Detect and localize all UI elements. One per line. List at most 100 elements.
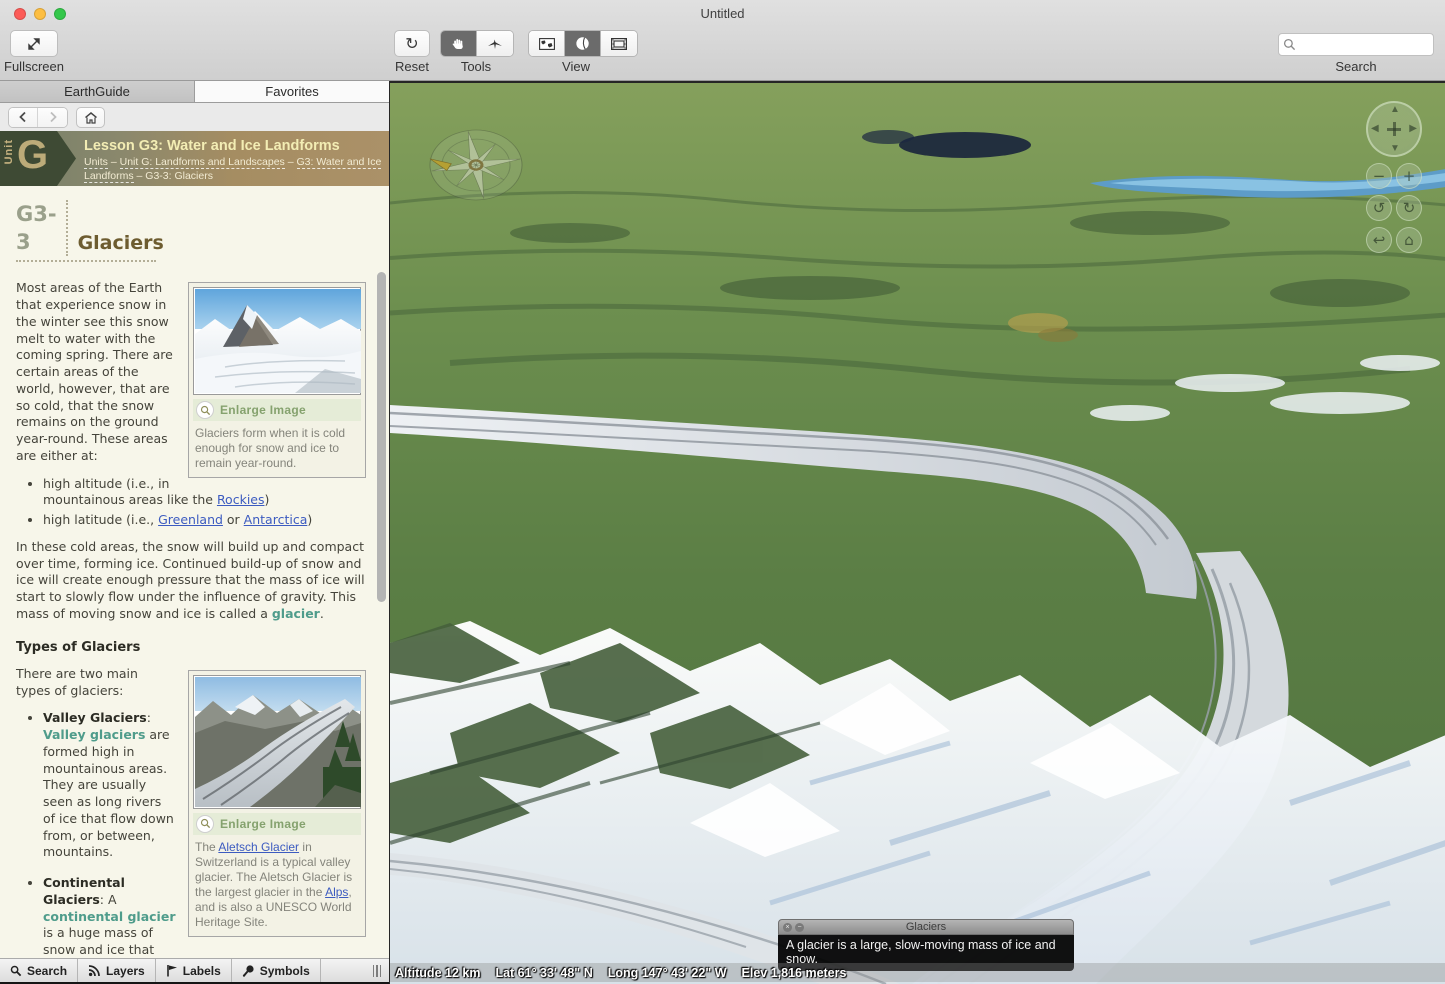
terrain-render	[390, 83, 1445, 984]
rockies-link[interactable]: Rockies	[217, 492, 265, 507]
tab-layers[interactable]: Layers	[78, 959, 156, 982]
tooltip-buttons: × −	[783, 923, 804, 932]
bird-icon	[487, 37, 503, 51]
paragraph-text: .	[320, 606, 324, 621]
panel-nav-row	[0, 103, 389, 131]
hand-tool-button[interactable]	[441, 31, 477, 56]
view-label: View	[528, 59, 624, 74]
bullet-text: high altitude (i.e., in mountainous area…	[43, 476, 217, 508]
unit-g-logo: Unit G	[0, 131, 76, 186]
view-segmented-control	[528, 30, 638, 57]
tab-favorites[interactable]: Favorites	[195, 81, 389, 102]
antarctica-link[interactable]: Antarctica	[244, 512, 308, 527]
pan-move-icon	[1387, 122, 1401, 136]
window-title: Untitled	[0, 6, 1445, 21]
breadcrumb-unitg-link[interactable]: Unit G: Landforms and Landscapes	[120, 156, 285, 169]
tab-search[interactable]: Search	[0, 959, 78, 982]
forward-button[interactable]	[38, 108, 67, 127]
flag-icon	[166, 964, 178, 977]
alps-link[interactable]: Alps	[325, 885, 348, 899]
panel-bottom-tabs: Search Layers Labels	[0, 958, 389, 982]
image-caption-1: Glaciers form when it is cold enough for…	[193, 421, 361, 473]
bullet-text: :	[147, 710, 151, 725]
panel-scrollbar-thumb[interactable]	[377, 272, 386, 602]
paragraph-formation: In these cold areas, the snow will build…	[16, 539, 368, 623]
fullscreen-button[interactable]	[10, 30, 58, 57]
tab-label: Layers	[106, 964, 145, 978]
glacier-photo-frame	[193, 287, 361, 395]
continental-glacier-term[interactable]: continental glacier	[43, 909, 175, 924]
tools-segmented-control	[440, 30, 514, 57]
aletsch-glacier-link[interactable]: Aletsch Glacier	[218, 840, 299, 854]
glacier-term[interactable]: glacier	[272, 606, 320, 621]
layers-icon	[88, 965, 101, 977]
caption-text: The	[195, 840, 218, 854]
rotate-cw-button[interactable]: ↻	[1396, 195, 1422, 221]
search-label: Search	[1278, 59, 1434, 74]
tab-earthguide[interactable]: EarthGuide	[0, 81, 195, 102]
earthguide-panel: EarthGuide Favorites	[0, 81, 389, 984]
bullet-text: : A	[100, 892, 117, 907]
enlarge-image-link-2[interactable]: Enlarge Image	[193, 813, 361, 835]
glacier-photo[interactable]	[195, 289, 361, 393]
list-item: high altitude (i.e., in mountainous area…	[43, 476, 368, 510]
magnifier-icon	[196, 815, 214, 833]
lesson-content[interactable]: G3-3 Glaciers	[0, 186, 389, 958]
pan-left-icon[interactable]: ◀	[1371, 123, 1379, 134]
tilt-button[interactable]: ↩	[1366, 227, 1392, 253]
search-input[interactable]	[1278, 33, 1434, 56]
bullet-text: )	[265, 492, 270, 507]
tooltip-title-bar[interactable]: × − Glaciers	[778, 919, 1074, 935]
rotate-ccw-button[interactable]: ↺	[1366, 195, 1392, 221]
tooltip-title: Glaciers	[779, 920, 1073, 935]
reset-north-button[interactable]: ⌂	[1396, 227, 1422, 253]
map-status-bar: Altitude 12 km Lat 61° 33' 48" N Long 14…	[395, 966, 846, 980]
breadcrumb: Units – Unit G: Landforms and Landscapes…	[84, 156, 384, 183]
image-card-glacier-overview: Enlarge Image Glaciers form when it is c…	[188, 282, 366, 478]
zoom-in-button[interactable]: +	[1396, 163, 1422, 189]
globe-view-button[interactable]	[565, 31, 601, 56]
compass-rose[interactable]	[424, 125, 528, 205]
reset-button[interactable]: ↻	[394, 30, 430, 57]
flyto-tool-button[interactable]	[477, 31, 513, 56]
tab-symbols[interactable]: Symbols	[232, 959, 321, 982]
home-button[interactable]	[76, 107, 105, 128]
lesson-header: Unit G Lesson G3: Water and Ice Landform…	[0, 131, 389, 186]
breadcrumb-units-link[interactable]: Units	[84, 156, 108, 169]
status-latitude: Lat 61° 33' 48" N	[495, 966, 592, 980]
aletsch-photo[interactable]	[195, 677, 361, 807]
valley-glaciers-term[interactable]: Valley glaciers	[43, 727, 145, 742]
unit-word: Unit	[3, 139, 15, 164]
status-altitude: Altitude 12 km	[395, 966, 480, 980]
enlarge-image-link-1[interactable]: Enlarge Image	[193, 399, 361, 421]
breadcrumb-sep: –	[285, 156, 297, 168]
pan-control[interactable]: ▲ ▼ ◀ ▶	[1366, 101, 1422, 157]
altitude-latitude-list: high altitude (i.e., in mountainous area…	[16, 476, 368, 529]
hand-icon	[451, 36, 466, 51]
tab-labels[interactable]: Labels	[156, 959, 232, 982]
pan-right-icon[interactable]: ▶	[1409, 123, 1417, 134]
tab-label: Search	[27, 964, 67, 978]
panel-resize-grip[interactable]	[373, 959, 390, 982]
bullet-text: high latitude (i.e.,	[43, 512, 158, 527]
back-button[interactable]	[9, 108, 38, 127]
flat-map-icon	[539, 38, 555, 50]
movie-view-button[interactable]	[601, 31, 637, 56]
reset-label: Reset	[388, 59, 436, 74]
map-3d-view[interactable]: ▲ ▼ ◀ ▶ − + ↺ ↻ ↩ ⌂ ×	[389, 81, 1445, 984]
bullet-text: )	[307, 512, 312, 527]
title-bar[interactable]: Untitled	[0, 0, 1445, 28]
pan-down-icon[interactable]: ▼	[1390, 143, 1400, 154]
flat-map-view-button[interactable]	[529, 31, 565, 56]
greenland-link[interactable]: Greenland	[158, 512, 223, 527]
pan-up-icon[interactable]: ▲	[1390, 104, 1400, 115]
magnifier-icon	[196, 401, 214, 419]
tooltip-close-icon[interactable]: ×	[783, 923, 792, 932]
tooltip-minimize-icon[interactable]: −	[795, 923, 804, 932]
zoom-out-button[interactable]: −	[1366, 163, 1392, 189]
status-elevation: Elev 1,816 meters	[742, 966, 847, 980]
breadcrumb-sep: –	[108, 156, 120, 168]
reset-icon: ↻	[405, 34, 418, 53]
bullet-text: are formed high in mountainous areas. Th…	[43, 727, 174, 859]
app-window: Untitled Fullscreen ↻ Reset	[0, 0, 1445, 984]
